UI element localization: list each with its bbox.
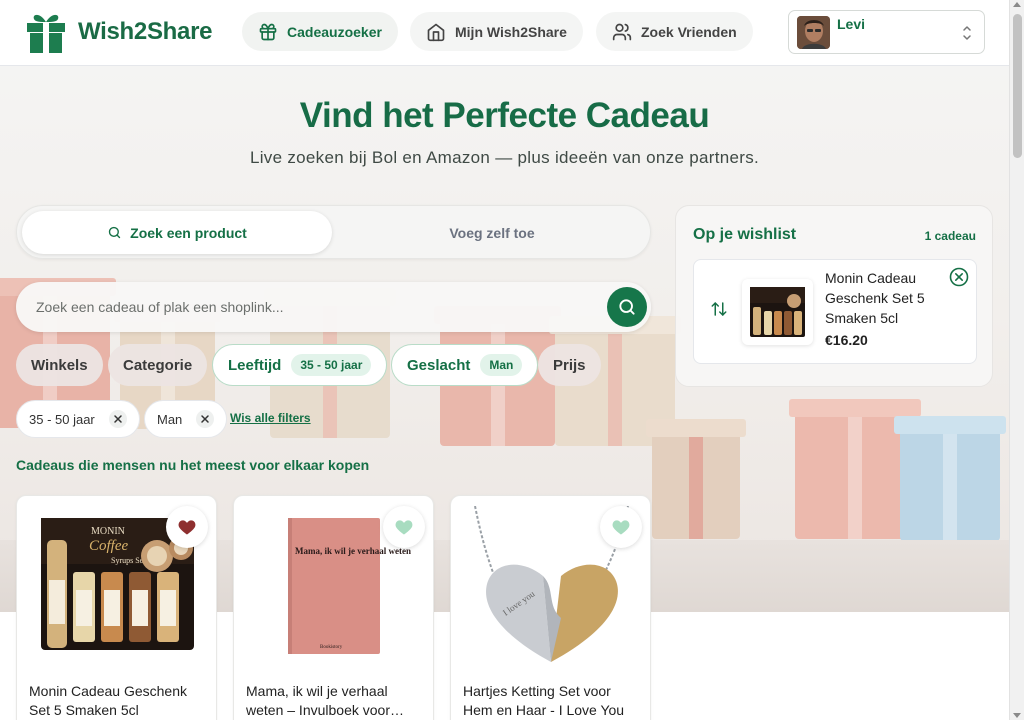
page-scrollbar[interactable] [1009, 0, 1024, 720]
product-print-syrups: Syrups Set [111, 556, 146, 565]
close-icon [201, 415, 210, 423]
filter-leeftijd[interactable]: Leeftijd 35 - 50 jaar [212, 344, 388, 386]
page-subtitle: Live zoeken bij Bol en Amazon — plus ide… [249, 148, 760, 167]
users-icon [612, 23, 632, 40]
top-header: Wish2Share Cadeauzoeker Mijn Wish2Share … [0, 0, 1009, 66]
heart-filled-icon [395, 520, 413, 535]
nav-label: Cadeauzoeker [287, 23, 382, 40]
product-title: Mama, ik wil je verhaal weten – Invulboe… [246, 683, 390, 718]
remove-circle-icon[interactable] [949, 267, 969, 287]
wishlist-item-name: Monin Cadeau Geschenk Set 5 Smaken 5cl [825, 270, 925, 326]
chip-value-badge: 35 - 50 jaar [291, 354, 372, 376]
wishlist-count: 1 cadeau [924, 229, 976, 243]
book-title-print: Mama, ik wil je verhaal weten [295, 546, 411, 556]
user-name: Levi [837, 16, 866, 32]
heart-filled-icon [178, 520, 196, 535]
favorite-button[interactable] [166, 506, 208, 548]
remove-filter-button[interactable] [196, 410, 215, 428]
scrollbar-thumb[interactable] [1013, 14, 1022, 158]
nav-label: Zoek Vrienden [641, 23, 737, 40]
search-icon [108, 226, 121, 239]
favorite-button[interactable] [383, 506, 425, 548]
search-bar [16, 282, 651, 332]
chevrons-up-down-icon [963, 26, 971, 40]
decor-gift-box [646, 419, 746, 539]
chip-label: Winkels [31, 356, 88, 374]
wishlist-title: Op je wishlist [693, 226, 797, 243]
tag-label: 35 - 50 jaar [29, 411, 95, 427]
product-print-coffee: Coffee [89, 538, 128, 554]
tab-search-product[interactable]: Zoek een product [22, 211, 332, 254]
wishlist-item-image [742, 279, 813, 345]
product-card[interactable]: MONIN Coffee Syrups Set Monin Cadeau Ges… [16, 495, 217, 720]
heart-filled-icon [612, 520, 630, 535]
product-card[interactable]: I love you Hartjes Ketting Set voor Hem … [450, 495, 651, 720]
avatar [797, 16, 830, 49]
search-icon [619, 299, 635, 315]
decor-gift-box [894, 416, 1006, 541]
wishlist-item-price: €16.20 [825, 332, 868, 348]
chip-label: Prijs [553, 356, 586, 374]
scroll-down-arrow[interactable] [1013, 713, 1021, 718]
product-card[interactable]: Mama, ik wil je verhaal weten Bookistory… [233, 495, 434, 720]
filter-geslacht[interactable]: Geslacht Man [391, 344, 539, 386]
home-icon [427, 23, 445, 41]
nav-mijn-wish2share[interactable]: Mijn Wish2Share [410, 12, 583, 51]
mode-tabs: Zoek een product Voeg zelf toe [16, 205, 651, 259]
brand-logo[interactable]: Wish2Share [24, 10, 212, 54]
product-title: Hartjes Ketting Set voor Hem en Haar - I… [463, 683, 625, 718]
wishlist-panel: Op je wishlist 1 cadeau Monin Cadeau Ges… [675, 205, 993, 387]
page-title: Vind het Perfecte Cadeau [299, 96, 710, 135]
tag-label: Man [157, 411, 183, 427]
tab-label: Zoek een product [130, 224, 247, 241]
active-filter-age: 35 - 50 jaar [16, 400, 140, 438]
popular-section-heading: Cadeaus die mensen nu het meest voor elk… [16, 457, 370, 473]
brand-name: Wish2Share [78, 18, 213, 45]
tab-label: Voeg zelf toe [449, 224, 535, 241]
filter-categorie[interactable]: Categorie [108, 344, 208, 386]
product-title: Monin Cadeau Geschenk Set 5 Smaken 5cl [29, 683, 187, 718]
chip-label: Categorie [123, 356, 193, 374]
close-icon [114, 415, 122, 423]
remove-filter-button[interactable] [108, 410, 127, 428]
tab-add-yourself[interactable]: Voeg zelf toe [337, 211, 647, 254]
gift-logo-icon [27, 14, 65, 53]
wishlist-item[interactable]: Monin Cadeau Geschenk Set 5 Smaken 5cl €… [693, 259, 977, 364]
chip-value-badge: Man [480, 354, 523, 376]
search-button[interactable] [607, 287, 647, 327]
clear-all-filters-link[interactable]: Wis alle filters [230, 411, 311, 425]
user-menu[interactable]: Levi [788, 10, 985, 54]
filter-prijs[interactable]: Prijs [538, 344, 601, 386]
scroll-up-arrow[interactable] [1013, 2, 1021, 7]
nav-zoek-vrienden[interactable]: Zoek Vrienden [596, 12, 753, 51]
brand-print: MONIN [91, 526, 125, 537]
nav-cadeauzoeker[interactable]: Cadeauzoeker [242, 12, 398, 51]
reorder-icon[interactable] [710, 300, 728, 318]
chip-label: Leeftijd [228, 356, 282, 374]
chip-label: Geslacht [407, 356, 471, 374]
active-filter-gender: Man [144, 400, 228, 438]
favorite-button[interactable] [600, 506, 642, 548]
search-input[interactable] [36, 295, 596, 319]
gift-icon [259, 23, 277, 40]
nav-label: Mijn Wish2Share [455, 23, 567, 40]
book-publisher-print: Bookistory [320, 645, 343, 650]
filter-winkels[interactable]: Winkels [16, 344, 103, 386]
